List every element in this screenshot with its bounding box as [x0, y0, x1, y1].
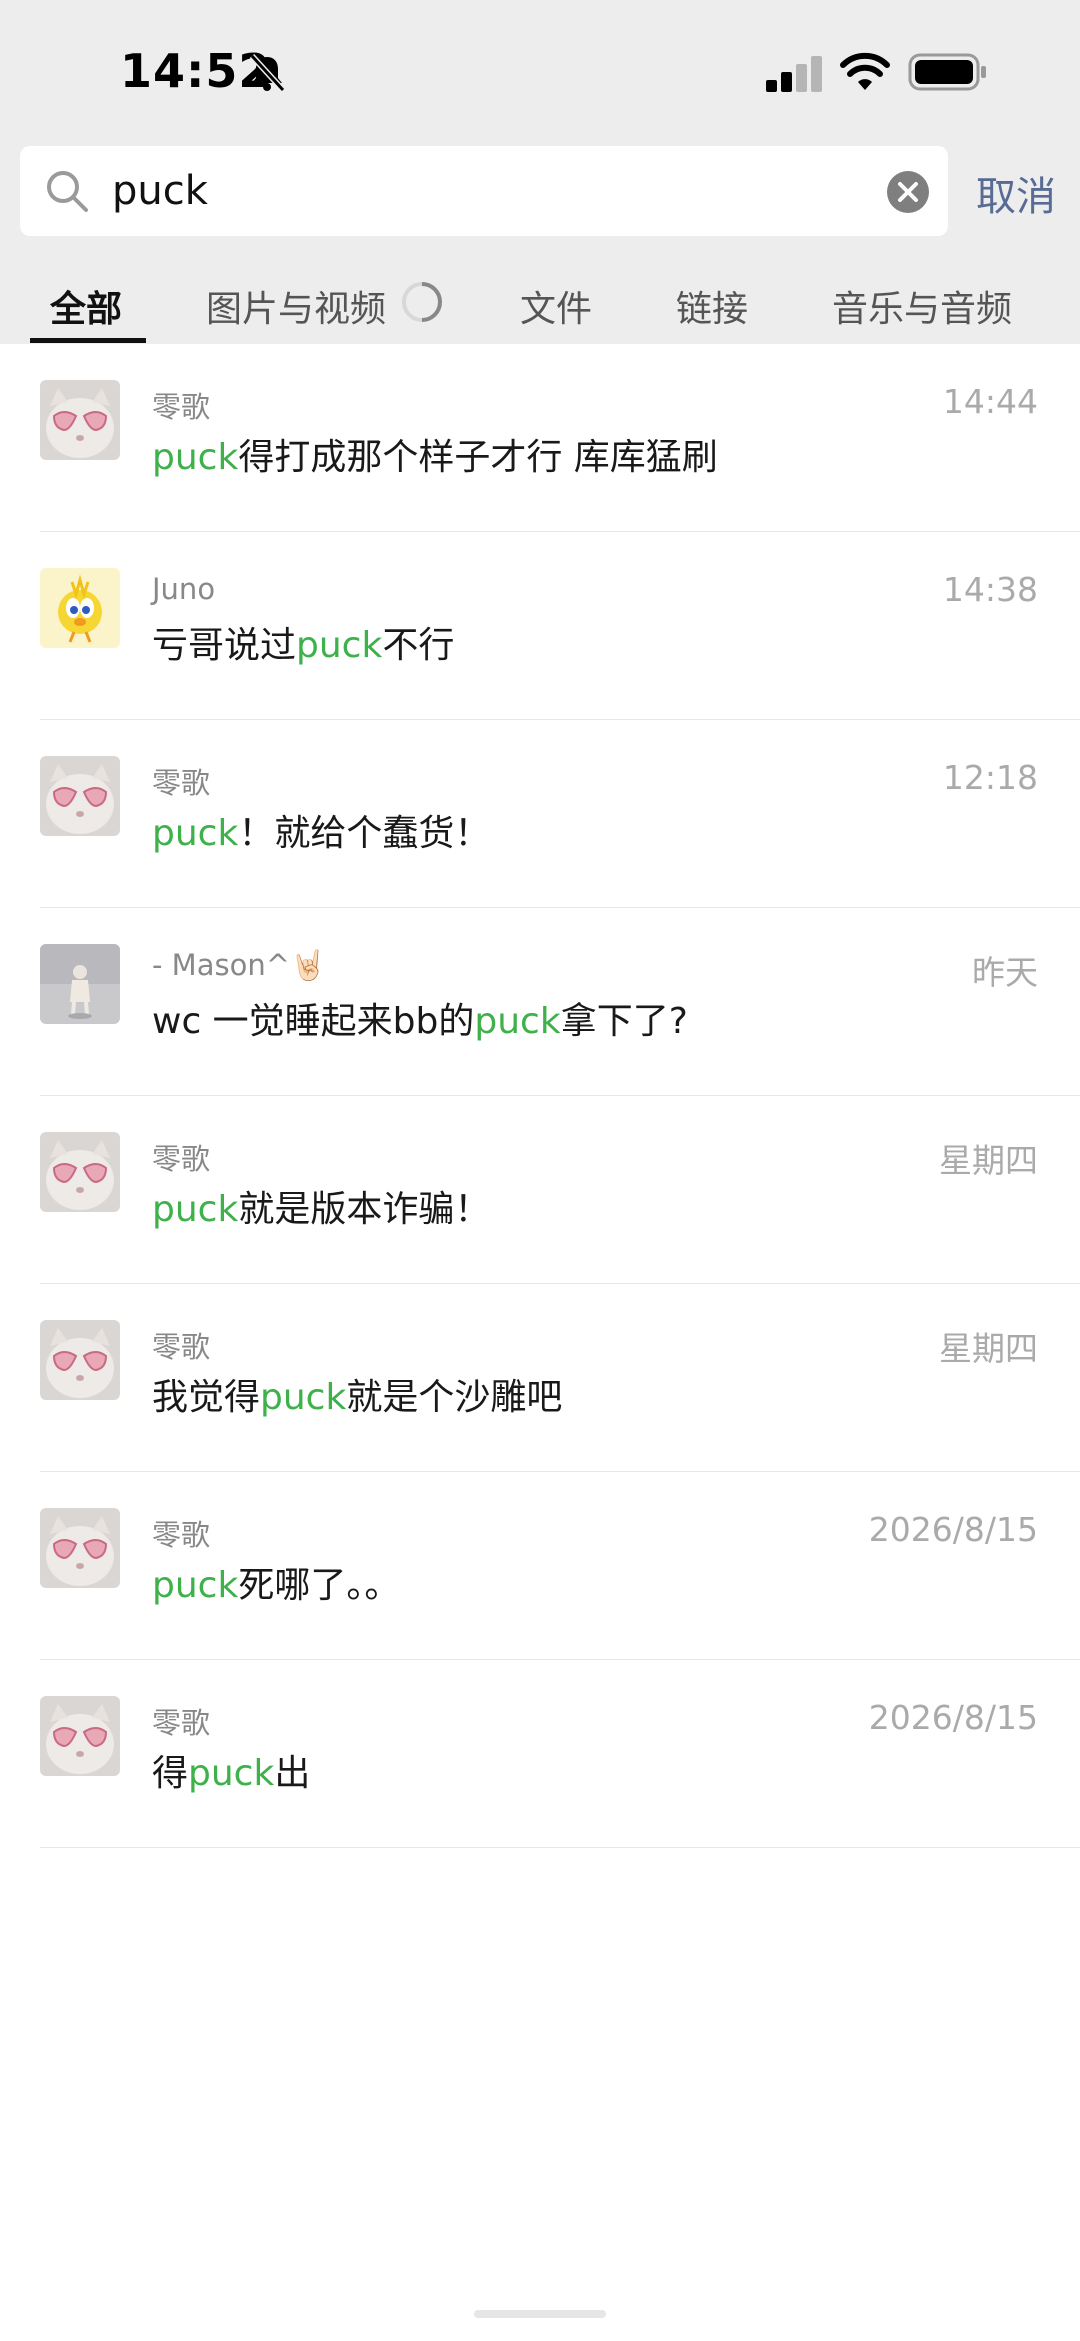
keyword-highlight: puck: [296, 625, 383, 666]
keyword-highlight: puck: [152, 1189, 239, 1230]
tab-files[interactable]: 文件: [520, 280, 592, 332]
result-item[interactable]: 零歌 2026/8/15 puck死哪了。。: [0, 1472, 1080, 1660]
search-box[interactable]: [20, 146, 948, 236]
message-text: 亏哥说过puck不行: [152, 625, 455, 666]
message-text: puck死哪了。。: [152, 1565, 401, 1606]
message-text: 我觉得puck就是个沙雕吧: [152, 1377, 563, 1418]
bell-slash-icon: [249, 53, 286, 93]
keyword-highlight: puck: [152, 813, 239, 854]
keyword-highlight: puck: [188, 1753, 275, 1794]
loading-spinner-icon: [402, 282, 442, 322]
result-item[interactable]: 零歌 12:18 puck！就给个蠢货！: [0, 720, 1080, 908]
divider: [40, 1847, 1080, 1848]
cellular-signal-icon: [766, 56, 822, 92]
avatar: [40, 756, 120, 836]
message-time: 星期四: [939, 1329, 1038, 1368]
avatar: [40, 1508, 120, 1588]
result-item[interactable]: 零歌 2026/8/15 得puck出: [0, 1660, 1080, 1848]
result-item[interactable]: 零歌 星期四 puck就是版本诈骗！: [0, 1096, 1080, 1284]
avatar: [40, 1320, 120, 1400]
battery-icon: [908, 53, 986, 91]
message-time: 昨天: [972, 953, 1038, 992]
home-indicator[interactable]: [474, 2310, 606, 2318]
sender-name: 零歌: [152, 1706, 211, 1740]
message-text: puck！就给个蠢货！: [152, 813, 491, 854]
message-time: 12:18: [942, 758, 1038, 797]
wifi-icon: [840, 52, 890, 90]
message-text: puck就是版本诈骗！: [152, 1189, 491, 1230]
keyword-highlight: puck: [260, 1377, 347, 1418]
message-time: 14:44: [942, 382, 1038, 421]
message-text: wc 一觉睡起来bb的puck拿下了?: [152, 1001, 688, 1042]
avatar: [40, 380, 120, 460]
tab-images-videos[interactable]: 图片与视频: [206, 280, 386, 332]
result-item[interactable]: 零歌 星期四 我觉得puck就是个沙雕吧: [0, 1284, 1080, 1472]
avatar: [40, 1696, 120, 1776]
avatar: [40, 944, 120, 1024]
sender-name: 零歌: [152, 1330, 211, 1364]
tab-music-audio[interactable]: 音乐与音频: [832, 280, 1012, 332]
sender-name: - Mason^🤘🏻: [152, 948, 327, 982]
result-item[interactable]: Juno 14:38 亏哥说过puck不行: [0, 532, 1080, 720]
message-text: 得puck出: [152, 1753, 311, 1794]
category-tabs: 全部 图片与视频 文件 链接 音乐与音频: [0, 270, 1080, 344]
clear-icon[interactable]: [886, 170, 930, 214]
avatar: [40, 568, 120, 648]
cancel-button[interactable]: 取消: [976, 164, 1056, 222]
sender-name: Juno: [152, 572, 216, 606]
avatar: [40, 1132, 120, 1212]
message-time: 2026/8/15: [868, 1510, 1038, 1549]
keyword-highlight: puck: [152, 437, 239, 478]
keyword-highlight: puck: [474, 1001, 561, 1042]
search-input[interactable]: [112, 158, 872, 224]
message-time: 星期四: [939, 1141, 1038, 1180]
result-item[interactable]: - Mason^🤘🏻 昨天 wc 一觉睡起来bb的puck拿下了?: [0, 908, 1080, 1096]
keyword-highlight: puck: [152, 1565, 239, 1606]
search-results-list: 零歌 14:44 puck得打成那个样子才行 库库猛刷 Juno 14:38 亏…: [0, 344, 1080, 1848]
result-item[interactable]: 零歌 14:44 puck得打成那个样子才行 库库猛刷: [0, 344, 1080, 532]
sender-name: 零歌: [152, 390, 211, 424]
tab-links[interactable]: 链接: [676, 280, 748, 332]
sender-name: 零歌: [152, 1518, 211, 1552]
message-time: 14:38: [942, 570, 1038, 609]
sender-name: 零歌: [152, 766, 211, 800]
message-text: puck得打成那个样子才行 库库猛刷: [152, 437, 718, 478]
tab-all[interactable]: 全部: [50, 280, 122, 332]
message-time: 2026/8/15: [868, 1698, 1038, 1737]
active-tab-indicator: [30, 338, 146, 343]
search-icon: [47, 171, 88, 212]
sender-name: 零歌: [152, 1142, 211, 1176]
